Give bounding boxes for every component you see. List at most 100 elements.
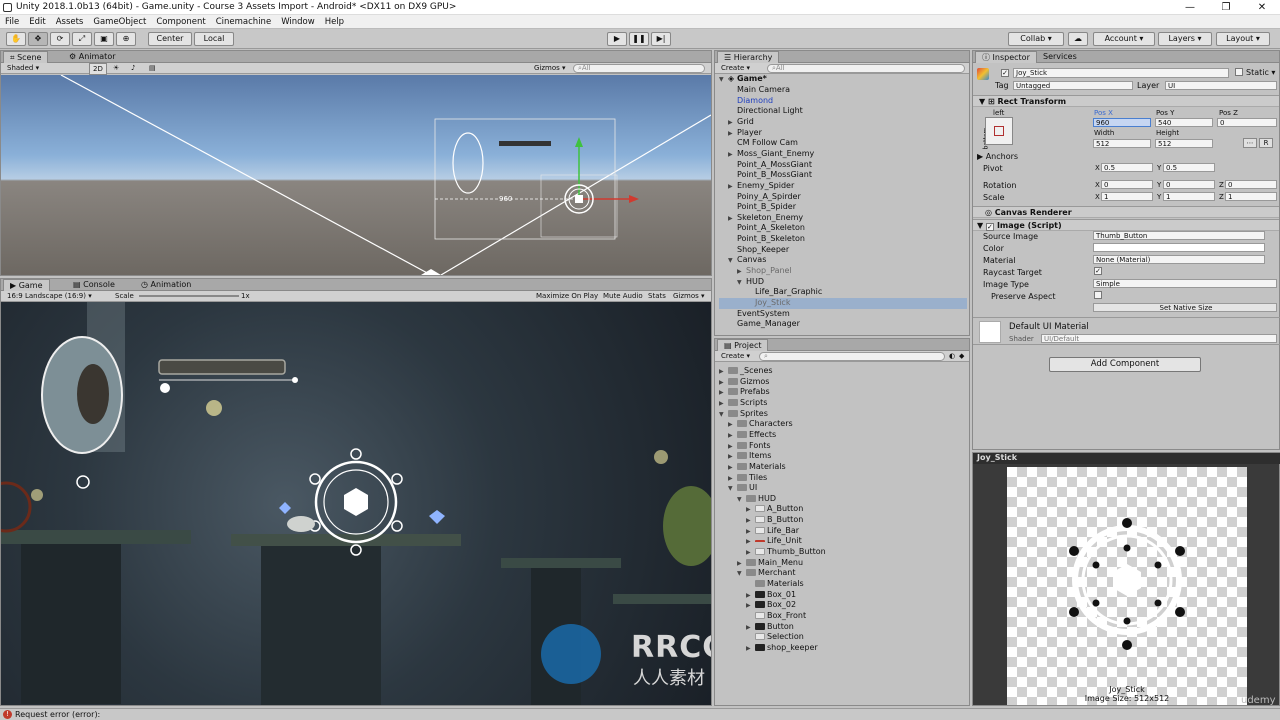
posy-field[interactable]: 540 — [1155, 118, 1213, 127]
maximize-button[interactable]: ❐ — [1208, 0, 1244, 15]
scale-slider[interactable] — [139, 295, 239, 297]
scene-root[interactable]: ▼ ◈ Game* — [719, 74, 767, 86]
menu-help[interactable]: Help — [320, 15, 349, 28]
scale-tool-icon[interactable]: ⤢ — [72, 32, 92, 46]
project-search-input[interactable]: ⌕ — [759, 352, 945, 361]
cloud-icon[interactable]: ☁ — [1068, 32, 1088, 46]
expand-arrow-icon[interactable]: ▶ — [746, 644, 755, 655]
static-toggle[interactable]: Static ▾ — [1235, 68, 1275, 77]
hierarchy-item[interactable]: EventSystem — [719, 309, 967, 320]
hierarchy-item[interactable]: Point_B_Spider — [719, 202, 967, 213]
image-enabled-checkbox[interactable]: ✓ — [985, 223, 994, 231]
hierarchy-item[interactable]: Point_A_MossGiant — [719, 160, 967, 171]
step-button[interactable]: ▶| — [651, 32, 671, 46]
close-button[interactable]: ✕ — [1244, 0, 1280, 15]
collab-dropdown[interactable]: Collab ▾ — [1008, 32, 1064, 46]
hierarchy-item[interactable]: Main Camera — [719, 85, 967, 96]
layers-dropdown[interactable]: Layers ▾ — [1158, 32, 1212, 46]
image-type-dropdown[interactable]: Simple — [1093, 279, 1277, 288]
shader-dropdown[interactable]: UI/Default — [1041, 334, 1277, 343]
tab-hierarchy[interactable]: ☰ Hierarchy — [717, 51, 780, 63]
project-item[interactable]: Box_Front — [719, 611, 806, 622]
tab-inspector[interactable]: ⓘ Inspector — [975, 51, 1037, 63]
height-field[interactable]: 512 — [1155, 139, 1213, 148]
tab-services[interactable]: Services — [1037, 51, 1083, 63]
rotation-z-field[interactable]: 0 — [1225, 180, 1277, 189]
width-field[interactable]: 512 — [1093, 139, 1151, 148]
stats-toggle[interactable]: Stats — [648, 291, 666, 301]
scale-z-field[interactable]: 1 — [1225, 192, 1277, 201]
rect-transform-header[interactable]: ▼ ⊞ Rect Transform — [973, 95, 1279, 107]
pause-button[interactable]: ❚❚ — [629, 32, 649, 46]
set-native-size-button[interactable]: Set Native Size — [1093, 303, 1277, 312]
tag-dropdown[interactable]: Untagged — [1013, 81, 1133, 90]
active-checkbox[interactable]: ✓ — [1001, 69, 1009, 77]
hierarchy-item[interactable]: Directional Light — [719, 106, 967, 117]
anchors-foldout[interactable]: ▶ Anchors — [977, 152, 1018, 161]
preserve-aspect-checkbox[interactable] — [1094, 291, 1102, 299]
rotate-tool-icon[interactable]: ⟳ — [50, 32, 70, 46]
material-field[interactable]: None (Material) — [1093, 255, 1265, 264]
hierarchy-create-dropdown[interactable]: Create ▾ — [721, 63, 750, 73]
layout-dropdown[interactable]: Layout ▾ — [1216, 32, 1270, 46]
menu-component[interactable]: Component — [151, 15, 210, 28]
tab-console[interactable]: ▤ Console — [67, 279, 121, 291]
tab-project[interactable]: ▤ Project — [717, 339, 769, 351]
game-viewport[interactable]: RRCG 人人素材 — [1, 302, 711, 705]
audio-icon[interactable]: ♪ — [131, 63, 135, 73]
tab-animation[interactable]: ◷ Animation — [135, 279, 197, 291]
filter-type-icon[interactable]: ◐ — [949, 351, 955, 361]
tab-animator[interactable]: ⚙ Animator — [63, 51, 122, 63]
rotation-x-field[interactable]: 0 — [1101, 180, 1153, 189]
rect-tool-icon[interactable]: ▣ — [94, 32, 114, 46]
object-name-field[interactable]: Joy_Stick — [1013, 68, 1229, 78]
menu-window[interactable]: Window — [276, 15, 320, 28]
hierarchy-item[interactable]: Game_Manager — [719, 319, 967, 330]
hierarchy-item[interactable]: Life_Bar_Graphic — [719, 287, 967, 298]
2d-toggle[interactable]: 2D — [89, 63, 107, 75]
scene-search-input[interactable]: ⌕All — [573, 64, 705, 73]
mute-audio-toggle[interactable]: Mute Audio — [603, 291, 643, 301]
blueprint-mode-button[interactable]: ⋯ — [1243, 138, 1257, 148]
pivot-x-field[interactable]: 0.5 — [1101, 163, 1153, 172]
hierarchy-search-input[interactable]: ⌕All — [767, 64, 965, 73]
anchor-presets-button[interactable] — [985, 117, 1013, 145]
project-create-dropdown[interactable]: Create ▾ — [721, 351, 750, 361]
maximize-on-play-toggle[interactable]: Maximize On Play — [536, 291, 598, 301]
menu-gameobject[interactable]: GameObject — [88, 15, 151, 28]
posx-field[interactable]: 960 — [1093, 118, 1151, 127]
hand-tool-icon[interactable]: ✋ — [6, 32, 26, 46]
raw-edit-button[interactable]: R — [1259, 138, 1273, 148]
aspect-dropdown[interactable]: 16:9 Landscape (16:9) ▾ — [7, 291, 92, 301]
filter-label-icon[interactable]: ◆ — [959, 351, 964, 361]
posz-field[interactable]: 0 — [1217, 118, 1277, 127]
color-swatch[interactable] — [1093, 243, 1265, 252]
hierarchy-item[interactable]: Shop_Keeper — [719, 245, 967, 256]
canvas-renderer-header[interactable]: ◎ Canvas Renderer — [973, 206, 1279, 218]
minimize-button[interactable]: — — [1172, 0, 1208, 15]
project-item[interactable]: ▶ shop_keeper — [719, 643, 818, 655]
image-script-header[interactable]: ▼ ✓ Image (Script) — [973, 219, 1279, 231]
play-button[interactable]: ▶ — [607, 32, 627, 46]
scene-viewport[interactable]: 960 — [1, 75, 711, 275]
layer-dropdown[interactable]: UI — [1165, 81, 1277, 90]
menu-assets[interactable]: Assets — [51, 15, 89, 28]
hierarchy-item[interactable]: Diamond — [719, 96, 967, 107]
menu-file[interactable]: File — [0, 15, 24, 28]
move-tool-icon[interactable]: ✥ — [28, 32, 48, 46]
pivot-y-field[interactable]: 0.5 — [1163, 163, 1215, 172]
tab-game[interactable]: ▶ Game — [3, 279, 50, 291]
hierarchy-item[interactable]: Point_B_MossGiant — [719, 170, 967, 181]
project-item[interactable]: Selection — [719, 632, 804, 643]
source-image-field[interactable]: Thumb_Button — [1093, 231, 1265, 240]
shading-dropdown[interactable]: Shaded ▾ — [7, 63, 39, 73]
raycast-target-checkbox[interactable]: ✓ — [1094, 267, 1102, 275]
status-bar[interactable]: ! Request error (error): — [0, 708, 1280, 720]
tab-scene[interactable]: ⌗ Scene — [3, 51, 49, 63]
hierarchy-item[interactable]: CM Follow Cam — [719, 138, 967, 149]
preview-canvas[interactable]: Joy_Stick Image Size: 512x512 — [1007, 467, 1247, 705]
hierarchy-item[interactable]: Point_A_Skeleton — [719, 223, 967, 234]
pivot-center-toggle[interactable]: Center — [148, 32, 192, 46]
rotation-y-field[interactable]: 0 — [1163, 180, 1215, 189]
scene-gizmos-dropdown[interactable]: Gizmos ▾ — [534, 63, 566, 73]
